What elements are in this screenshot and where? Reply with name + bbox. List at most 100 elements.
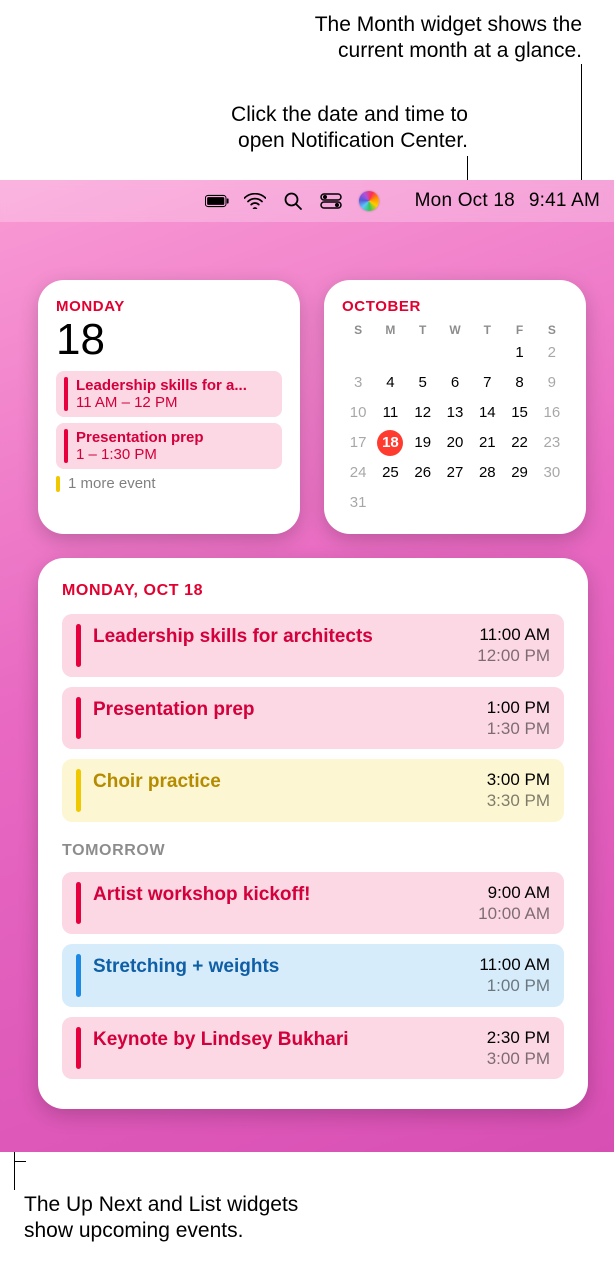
upnext-event[interactable]: Leadership skills for a...11 AM – 12 PM [56,371,282,417]
upnext-event[interactable]: Presentation prep1 – 1:30 PM [56,423,282,469]
calendar-day[interactable]: 15 [503,399,535,427]
menubar-date[interactable]: Mon Oct 18 [415,190,515,212]
calendar-day[interactable]: 6 [439,369,471,397]
upnext-day-number: 18 [56,317,282,363]
event-title: Keynote by Lindsey Bukhari [93,1027,475,1070]
calendar-empty-cell [374,339,406,367]
calendar-day[interactable]: 11 [374,399,406,427]
calendar-day[interactable]: 22 [503,429,535,457]
list-event[interactable]: Stretching + weights 11:00 AM1:00 PM [62,944,564,1007]
upnext-more-label: 1 more event [68,475,156,492]
event-title: Presentation prep [93,697,475,740]
weekday-label: M [374,323,406,339]
calendar-day[interactable]: 31 [342,489,374,517]
callout-text: current month at a glance. [202,38,582,64]
callout-text: open Notification Center. [108,128,468,154]
callout-month-widget: The Month widget shows the current month… [202,12,582,65]
event-title: Leadership skills for a... [76,377,274,394]
event-color-bar [76,624,81,667]
event-title: Leadership skills for architects [93,624,465,667]
callout-leader [14,1162,15,1190]
event-color-bar [76,769,81,812]
list-date-label: MONDAY, OCT 18 [62,582,564,600]
calendar-day[interactable]: 13 [439,399,471,427]
list-event[interactable]: Artist workshop kickoff!9:00 AM10:00 AM [62,872,564,935]
calendar-empty-cell [471,339,503,367]
month-widget[interactable]: OCTOBER SMTWTFS 123456789101112131415161… [324,280,586,534]
notification-center: Mon Oct 18 9:41 AM MONDAY 18 Leadership … [0,180,614,1152]
event-times: 2:30 PM3:00 PM [487,1027,550,1070]
calendar-day[interactable]: 19 [407,429,439,457]
weekday-label: T [471,323,503,339]
event-color-bar [76,697,81,740]
battery-icon[interactable] [205,189,229,213]
calendar-day[interactable]: 16 [536,399,568,427]
calendar-day[interactable]: 17 [342,429,374,457]
menu-bar: Mon Oct 18 9:41 AM [0,180,614,222]
callout-leader [467,156,468,180]
calendar-day[interactable]: 7 [471,369,503,397]
event-color-bar [56,476,60,492]
weekday-label: T [407,323,439,339]
event-time: 1 – 1:30 PM [76,446,274,463]
list-event[interactable]: Presentation prep1:00 PM1:30 PM [62,687,564,750]
weekday-label: S [536,323,568,339]
menubar-time[interactable]: 9:41 AM [529,190,600,212]
upnext-more-events: 1 more event [56,475,282,492]
calendar-day[interactable]: 30 [536,459,568,487]
up-next-widget[interactable]: MONDAY 18 Leadership skills for a...11 A… [38,280,300,534]
list-event[interactable]: Leadership skills for architects 11:00 AM… [62,614,564,677]
calendar-day[interactable]: 20 [439,429,471,457]
calendar-day[interactable]: 14 [471,399,503,427]
calendar-day[interactable]: 4 [374,369,406,397]
calendar-day[interactable]: 24 [342,459,374,487]
event-title: Presentation prep [76,429,274,446]
control-center-icon[interactable] [319,189,343,213]
calendar-day[interactable]: 1 [503,339,535,367]
event-color-bar [64,377,68,411]
calendar-day[interactable]: 9 [536,369,568,397]
event-times: 3:00 PM3:30 PM [487,769,550,812]
calendar-day[interactable]: 23 [536,429,568,457]
calendar-day[interactable]: 8 [503,369,535,397]
weekday-label: W [439,323,471,339]
event-color-bar [76,882,81,925]
calendar-empty-cell [439,339,471,367]
calendar-empty-cell [407,339,439,367]
calendar-day[interactable]: 18 [374,429,406,457]
event-times: 11:00 AM1:00 PM [479,954,550,997]
wifi-icon[interactable] [243,189,267,213]
weekday-label: F [503,323,535,339]
event-color-bar [76,1027,81,1070]
list-event[interactable]: Keynote by Lindsey Bukhari 2:30 PM3:00 PM [62,1017,564,1080]
calendar-day[interactable]: 28 [471,459,503,487]
calendar-day[interactable]: 12 [407,399,439,427]
event-title: Artist workshop kickoff! [93,882,466,925]
calendar-day[interactable]: 27 [439,459,471,487]
event-title: Choir practice [93,769,475,812]
weekday-label: S [342,323,374,339]
callout-text: show upcoming events. [24,1218,424,1244]
upnext-day-label: MONDAY [56,298,282,315]
siri-icon[interactable] [357,189,381,213]
spotlight-search-icon[interactable] [281,189,305,213]
list-tomorrow-label: TOMORROW [62,842,564,860]
calendar-day[interactable]: 3 [342,369,374,397]
calendar-day[interactable]: 25 [374,459,406,487]
event-title: Stretching + weights [93,954,467,997]
list-widget[interactable]: MONDAY, OCT 18 Leadership skills for arc… [38,558,588,1109]
calendar-day[interactable]: 10 [342,399,374,427]
callout-datetime: Click the date and time to open Notifica… [108,102,468,155]
callout-upnext-list: The Up Next and List widgets show upcomi… [24,1192,424,1245]
calendar-day[interactable]: 5 [407,369,439,397]
calendar-day[interactable]: 29 [503,459,535,487]
calendar-day[interactable]: 21 [471,429,503,457]
list-event[interactable]: Choir practice 3:00 PM3:30 PM [62,759,564,822]
event-time: 11 AM – 12 PM [76,394,274,411]
month-label: OCTOBER [342,298,568,315]
callout-text: The Up Next and List widgets [24,1192,424,1218]
calendar-day[interactable]: 2 [536,339,568,367]
event-times: 11:00 AM12:00 PM [477,624,550,667]
calendar-day[interactable]: 26 [407,459,439,487]
event-color-bar [76,954,81,997]
